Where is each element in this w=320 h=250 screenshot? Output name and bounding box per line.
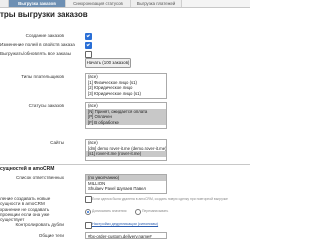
list-item[interactable]: Shulaev Pavel Шулаев Павел bbox=[86, 186, 166, 192]
list-item[interactable]: [F] В обработке bbox=[86, 119, 166, 126]
payer-types-label: Типы плательщиков bbox=[21, 74, 64, 79]
payer-types-listbox[interactable]: (все) [1] Физическое лицо (s1) [2] Юриди… bbox=[85, 73, 167, 99]
list-item[interactable]: [s1] rover-it.me (rover-it.me) bbox=[86, 151, 166, 157]
general-tag-input[interactable]: #bx-order-custom.delivery.name# bbox=[85, 232, 167, 239]
order-statuses-label: Статусы заказов bbox=[28, 103, 64, 108]
tab-payment-export[interactable]: Выгрузка платежей bbox=[131, 0, 182, 7]
append-values-label: Дописывать значения bbox=[92, 209, 127, 213]
overwrite-radio[interactable] bbox=[135, 209, 141, 215]
overwrite-label: Перезаписывать bbox=[142, 209, 169, 213]
create-orders-label: Создание заказов bbox=[25, 33, 64, 38]
general-tag-label: Общие теги bbox=[38, 233, 64, 238]
update-fields-checkbox[interactable] bbox=[85, 42, 92, 49]
responsible-listbox[interactable]: (по умолчанию) MILLION Shulaev Pavel Шул… bbox=[85, 174, 167, 194]
duplicates-label: Контролировать дубли bbox=[15, 222, 64, 227]
start-export-button[interactable]: Начать (100 заказов) bbox=[85, 58, 131, 68]
tab-first[interactable] bbox=[0, 0, 9, 7]
responsible-label: Список ответственных bbox=[16, 175, 64, 180]
tab-status-sync[interactable]: Синхронизация статусов bbox=[66, 0, 131, 7]
append-values-radio[interactable] bbox=[85, 209, 91, 215]
update-fields-label: Изменение полей в свойств заказа bbox=[0, 42, 75, 47]
new-or-existing-label: хранение не создавать проекции если она … bbox=[0, 207, 50, 222]
export-all-label: Выгружать/обновлять все заказы bbox=[0, 51, 71, 56]
dedup-settings-link[interactable]: Настройки дедупликации (синонимы) bbox=[92, 222, 158, 226]
list-item[interactable]: [3] Юридическое лицо (s1) bbox=[86, 91, 166, 97]
sites-listbox[interactable]: (все) [dm] demo rover-it.me (demo.rover-… bbox=[85, 139, 167, 161]
page-title: тры выгрузки заказов bbox=[0, 10, 88, 19]
create-new-hint: Если сделка была удалена в amoCRM, созда… bbox=[92, 197, 228, 201]
section-divider bbox=[0, 164, 250, 165]
create-new-label: ление создавать новые сущности в amoCRM bbox=[0, 196, 51, 206]
duplicates-checkbox[interactable] bbox=[85, 222, 92, 229]
tab-bar: Выгрузка заказов Синхронизация статусов … bbox=[0, 0, 250, 8]
amocrm-section-title: сущностей в amoCRM bbox=[0, 166, 55, 172]
export-all-checkbox[interactable] bbox=[85, 51, 92, 58]
create-new-checkbox[interactable] bbox=[85, 196, 92, 203]
order-statuses-listbox[interactable]: (все) [N] Принят, ожидается оплата [P] О… bbox=[85, 102, 167, 129]
sites-label: Сайты bbox=[50, 140, 64, 145]
tab-order-export[interactable]: Выгрузка заказов bbox=[9, 0, 66, 7]
create-orders-checkbox[interactable] bbox=[85, 33, 92, 40]
